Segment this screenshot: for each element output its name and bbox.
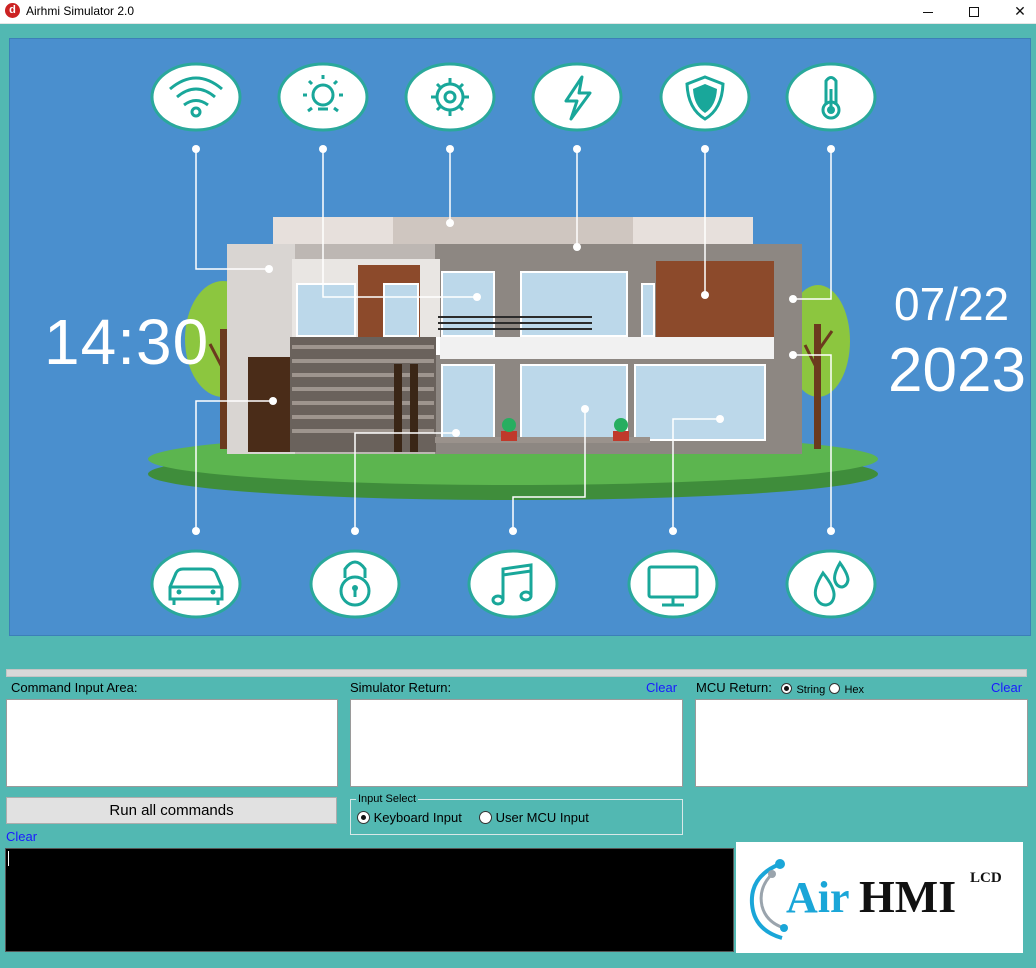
- console-clear-link[interactable]: Clear: [6, 829, 37, 844]
- close-button[interactable]: ✕: [997, 0, 1036, 24]
- minimize-button[interactable]: [905, 0, 951, 24]
- logo-text-hmi: HMI: [859, 871, 956, 922]
- gear-icon[interactable]: [404, 62, 496, 132]
- run-all-commands-button[interactable]: Run all commands: [6, 797, 337, 824]
- monitor-icon[interactable]: [627, 549, 719, 619]
- hmi-screen[interactable]: 14:30 07/22 2023: [9, 38, 1031, 636]
- mcu-format-hex-option[interactable]: Hex: [829, 680, 864, 698]
- window-title: Airhmi Simulator 2.0: [26, 4, 135, 18]
- panel-divider: [6, 669, 1027, 677]
- user-mcu-input-option[interactable]: User MCU Input: [479, 810, 589, 825]
- maximize-icon: [969, 7, 979, 17]
- music-icon[interactable]: [467, 549, 559, 619]
- keyboard-input-radio[interactable]: [357, 811, 370, 824]
- close-icon: ✕: [1014, 4, 1026, 20]
- simulator-return-clear-link[interactable]: Clear: [646, 680, 677, 695]
- string-radio-label: String: [796, 684, 826, 696]
- logo-text-lcd: LCD: [970, 870, 1002, 886]
- clock-year: 2023: [888, 336, 1026, 405]
- mcu-format-string-option[interactable]: String: [781, 680, 825, 698]
- lightning-icon[interactable]: [531, 62, 623, 132]
- keyboard-input-label: Keyboard Input: [373, 810, 462, 825]
- command-input-area[interactable]: [6, 699, 338, 787]
- keyboard-input-option[interactable]: Keyboard Input: [357, 810, 462, 825]
- shield-icon[interactable]: [659, 62, 751, 132]
- command-input-label: Command Input Area:: [11, 680, 138, 695]
- simulator-return-area[interactable]: [350, 699, 683, 787]
- app-body: 14:30 07/22 2023 Command Input Area: Sim…: [0, 24, 1036, 968]
- wifi-icon[interactable]: [150, 62, 242, 132]
- command-console[interactable]: [5, 848, 734, 952]
- car-icon[interactable]: [150, 549, 242, 619]
- lock-icon[interactable]: [309, 549, 401, 619]
- clock-date: 07/22: [894, 278, 1010, 330]
- mcu-return-label: MCU Return:: [696, 680, 772, 695]
- light-bulb-icon[interactable]: [277, 62, 369, 132]
- title-bar: d Airhmi Simulator 2.0 ✕: [0, 0, 1036, 24]
- mcu-return-area[interactable]: [695, 699, 1028, 787]
- user-mcu-input-label: User MCU Input: [495, 810, 589, 825]
- input-select-title: Input Select: [356, 793, 419, 805]
- mcu-return-clear-link[interactable]: Clear: [991, 680, 1022, 695]
- water-drops-icon[interactable]: [785, 549, 877, 619]
- hex-radio-label: Hex: [844, 684, 865, 696]
- maximize-button[interactable]: [951, 0, 997, 24]
- string-radio[interactable]: [781, 683, 792, 694]
- user-mcu-input-radio[interactable]: [479, 811, 492, 824]
- simulator-return-label: Simulator Return:: [350, 680, 452, 695]
- minimize-icon: [923, 11, 933, 13]
- airhmi-logo-graphic: Air HMI LCD: [749, 859, 1002, 940]
- thermometer-icon[interactable]: [785, 62, 877, 132]
- clock-time: 14:30: [44, 306, 210, 378]
- airhmi-logo: Air HMI LCD: [736, 842, 1023, 953]
- logo-text-air: Air: [786, 873, 850, 922]
- app-logo-icon: d: [5, 3, 20, 18]
- hex-radio[interactable]: [829, 683, 840, 694]
- text-cursor: [8, 851, 9, 866]
